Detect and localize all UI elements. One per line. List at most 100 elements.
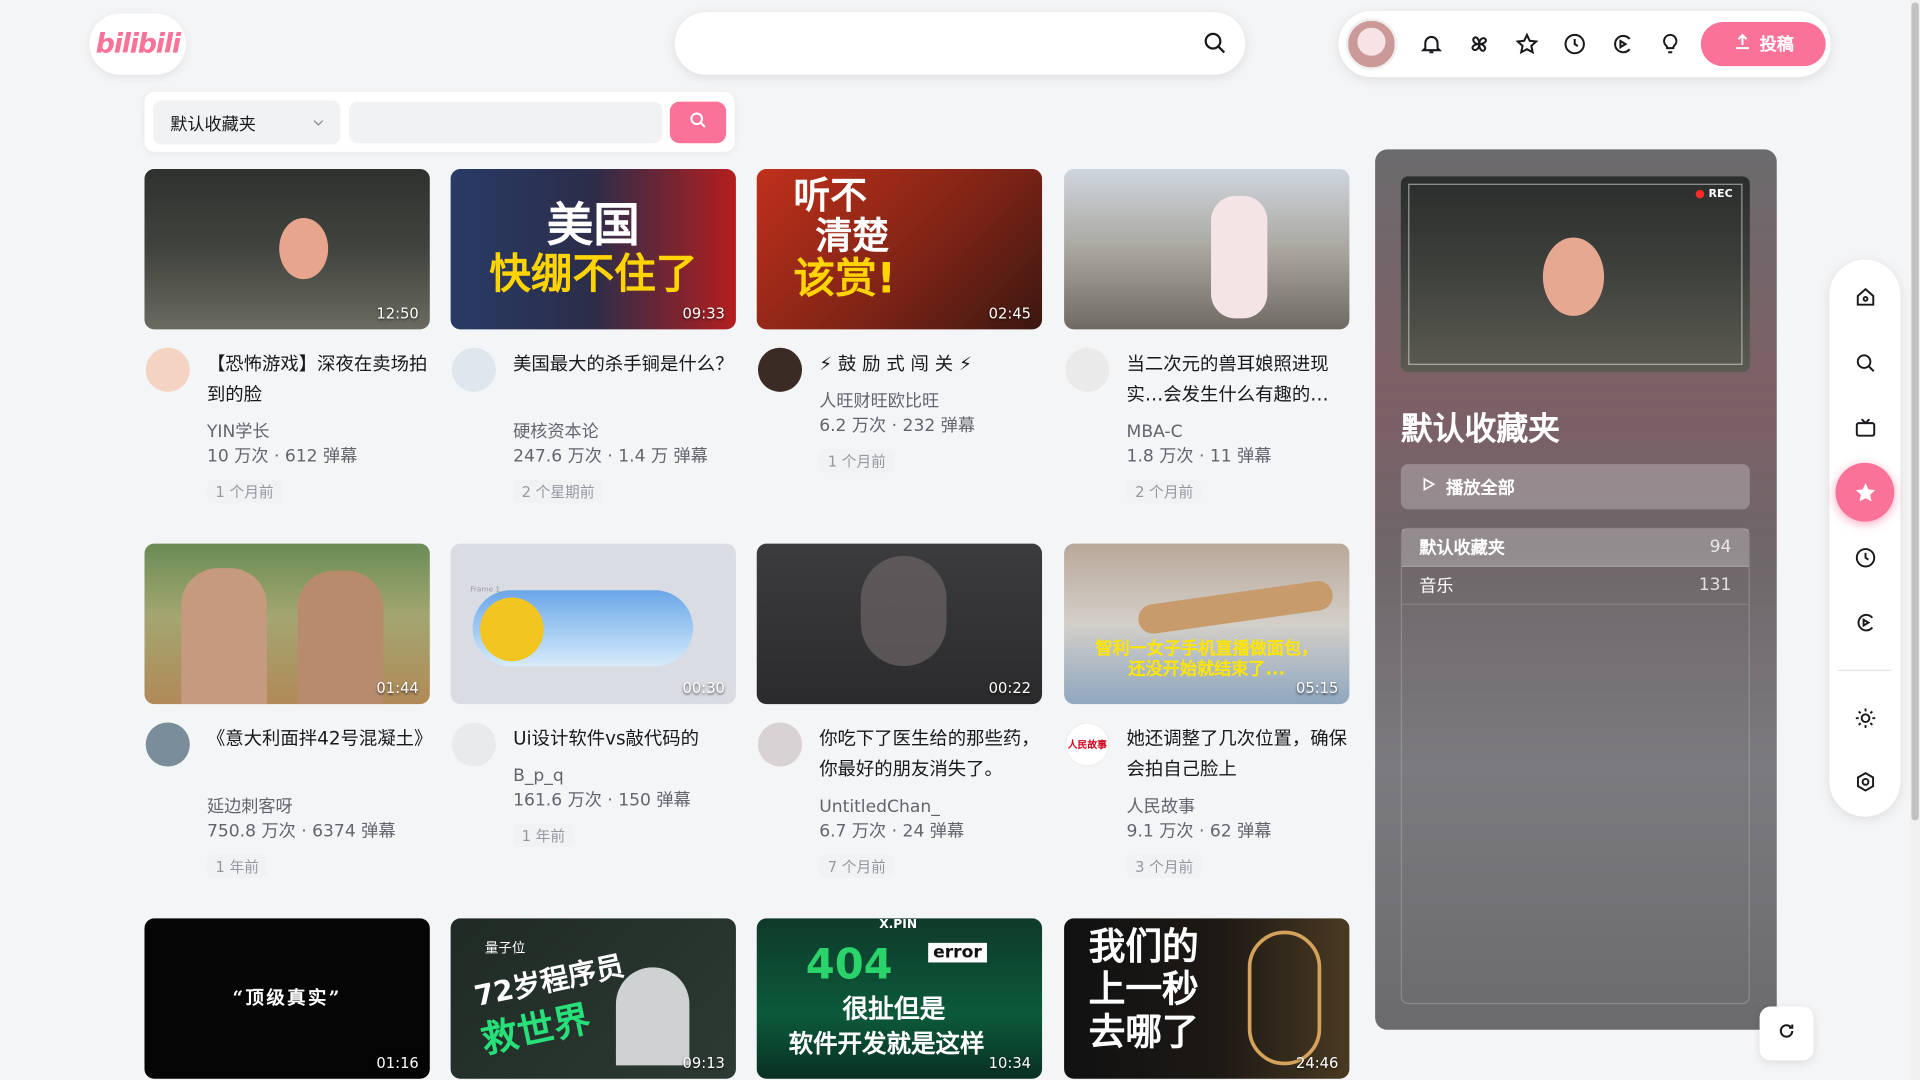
play-all-button[interactable]: 播放全部 <box>1400 464 1750 510</box>
video-title[interactable]: 你吃下了医生给的那些药，你最好的朋友消失了。 <box>819 724 1042 785</box>
video-card[interactable]: 12:50 【恐怖游戏】深夜在卖场拍到的脸 YIN学长 10 万次 · 612 … <box>144 168 430 504</box>
person-figure <box>297 570 384 705</box>
video-card[interactable]: 我们的 上一秒 去哪了 24:46 <box>1064 918 1350 1079</box>
uploader-name[interactable]: B_p_q <box>513 764 564 788</box>
video-card[interactable]: 美国 快绷不住了 09:33 美国最大的杀手锏是什么？ 硬核资本论 247.6 … <box>450 168 736 504</box>
video-card[interactable]: 听不 清楚 该赏! 02:45 ⚡ 鼓 励 式 闯 关 ⚡ 人旺财旺欧比旺 6.… <box>756 168 1043 489</box>
thumb-text: 听不 <box>793 175 867 218</box>
video-title[interactable]: 《意大利面拌42号混凝土》 <box>207 724 430 755</box>
tv-icon[interactable] <box>1838 400 1892 454</box>
sidebar-divider <box>1837 669 1892 672</box>
video-age: 2 个星期前 <box>513 480 604 504</box>
filter-search-button[interactable] <box>669 101 727 144</box>
video-thumbnail[interactable]: 00:22 <box>756 543 1043 705</box>
uploader-name[interactable]: 延边刺客呀 <box>207 795 293 819</box>
uploader-avatar[interactable] <box>757 347 803 392</box>
video-thumbnail[interactable]: 01:44 <box>144 543 430 705</box>
video-title[interactable]: 当二次元的兽耳娘照进现实…会发生什么有趣的… <box>1127 349 1350 410</box>
home-icon[interactable] <box>1838 269 1892 323</box>
video-duration: 09:13 <box>682 1054 725 1072</box>
folder-item[interactable]: 默认收藏夹 94 <box>1402 528 1749 567</box>
video-card[interactable]: 01:44 《意大利面拌42号混凝土》 延边刺客呀 750.8 万次 · 637… <box>144 543 430 878</box>
uploader-name[interactable]: 人旺财旺欧比旺 <box>819 389 939 413</box>
folder-select[interactable]: 默认收藏夹 <box>153 100 341 145</box>
video-duration: 02:45 <box>988 304 1032 323</box>
uploader-avatar[interactable] <box>145 722 190 767</box>
video-thumbnail[interactable]: Frame 1 00:30 <box>450 543 736 705</box>
filter-search-input[interactable] <box>348 101 663 144</box>
sun-icon[interactable] <box>1838 691 1892 745</box>
page-scrollbar[interactable] <box>1910 0 1920 1080</box>
uploader-name[interactable]: UntitledChan_ <box>819 795 940 819</box>
video-title[interactable]: ⚡ 鼓 励 式 闯 关 ⚡ <box>819 349 1042 380</box>
folder-count: 131 <box>1698 575 1732 596</box>
video-thumbnail[interactable]: 美国 快绷不住了 09:33 <box>450 168 736 330</box>
video-thumbnail[interactable]: “顶级真实” 01:16 <box>144 918 430 1079</box>
uploader-avatar[interactable] <box>1065 347 1110 392</box>
uploader-avatar[interactable] <box>757 722 803 767</box>
uploader-name[interactable]: MBA-C <box>1127 420 1183 444</box>
bell-icon[interactable] <box>1407 20 1455 68</box>
video-card[interactable]: X.PIN 404 error 很扯但是 软件开发就是这样 10:34 <box>756 918 1043 1079</box>
video-title[interactable]: Ui设计软件vs敲代码的 <box>513 724 736 755</box>
video-title[interactable]: 她还调整了几次位置，确保会拍自己脸上 <box>1127 724 1350 785</box>
uploader-avatar[interactable] <box>145 347 190 392</box>
thumb-text: 量子位 <box>484 940 526 957</box>
uploader-name[interactable]: 人民故事 <box>1127 795 1196 819</box>
uploader-avatar[interactable] <box>451 347 496 392</box>
bilibili-logo[interactable]: bilibili <box>89 13 187 75</box>
folder-count: 94 <box>1709 537 1732 558</box>
video-card[interactable]: Frame 1 00:30 Ui设计软件vs敲代码的 B_p_q 161.6 万… <box>450 543 736 864</box>
video-thumbnail[interactable]: 智利一女子手机直播做面包， 还没开始就结束了... 05:15 <box>1064 543 1350 705</box>
video-thumbnail[interactable]: 12:50 <box>144 168 430 330</box>
video-stats: 750.8 万次 · 6374 弹幕 <box>206 821 396 842</box>
thumb-text: 美国 <box>546 198 640 253</box>
chevron-down-icon <box>311 115 326 135</box>
star-icon[interactable] <box>1835 462 1895 522</box>
search-icon[interactable] <box>1201 29 1228 61</box>
settings-icon[interactable] <box>1838 754 1892 808</box>
refresh-button[interactable] <box>1759 1006 1814 1061</box>
video-duration: 05:15 <box>1296 679 1339 697</box>
folder-list: 默认收藏夹 94 音乐 131 <box>1400 527 1750 1005</box>
clock-icon[interactable] <box>1838 530 1892 584</box>
clock-icon[interactable] <box>1550 20 1598 68</box>
fan-icon[interactable] <box>1455 20 1503 68</box>
video-card[interactable]: 00:22 你吃下了医生给的那些药，你最好的朋友消失了。 UntitledCha… <box>756 543 1043 878</box>
video-card[interactable]: “顶级真实” 01:16 <box>144 918 430 1079</box>
video-card[interactable]: 当二次元的兽耳娘照进现实…会发生什么有趣的… MBA-C 1.8 万次 · 11… <box>1064 168 1350 504</box>
uploader-name[interactable]: YIN学长 <box>207 420 270 444</box>
uploader-avatar[interactable] <box>451 722 496 767</box>
bulb-icon[interactable] <box>1646 20 1694 68</box>
person-figure <box>181 568 267 705</box>
video-duration: 01:44 <box>376 679 419 697</box>
video-title[interactable]: 【恐怖游戏】深夜在卖场拍到的脸 <box>207 349 430 410</box>
star-icon[interactable] <box>1502 20 1550 68</box>
scrollbar-thumb[interactable] <box>1911 2 1919 821</box>
video-stats: 9.1 万次 · 62 弹幕 <box>1126 821 1272 842</box>
thumb-text: 清楚 <box>815 215 889 259</box>
video-card[interactable]: 智利一女子手机直播做面包， 还没开始就结束了... 05:15 人民故事 她还调… <box>1064 543 1350 878</box>
uploader-name[interactable]: 硬核资本论 <box>513 420 599 444</box>
video-thumbnail[interactable]: 听不 清楚 该赏! 02:45 <box>756 168 1043 330</box>
thumb-text: 上一秒 <box>1088 968 1199 1012</box>
search-icon[interactable] <box>1838 336 1892 390</box>
video-card[interactable]: 量子位 72岁程序员 救世界 09:13 <box>450 918 736 1079</box>
video-age: 1 个月前 <box>819 449 895 473</box>
uploader-avatar[interactable]: 人民故事 <box>1065 722 1110 767</box>
video-thumbnail[interactable]: 量子位 72岁程序员 救世界 09:13 <box>450 918 736 1079</box>
video-thumbnail[interactable]: 我们的 上一秒 去哪了 24:46 <box>1064 918 1350 1079</box>
search-bar[interactable] <box>674 12 1246 75</box>
history-icon[interactable] <box>1838 595 1892 649</box>
sun-circle <box>480 597 544 662</box>
video-thumbnail[interactable]: X.PIN 404 error 很扯但是 软件开发就是这样 10:34 <box>756 918 1043 1079</box>
video-age: 2 个月前 <box>1126 480 1202 504</box>
folder-item[interactable]: 音乐 131 <box>1402 567 1749 605</box>
upload-button[interactable]: 投稿 <box>1700 22 1826 67</box>
history-icon[interactable] <box>1598 20 1646 68</box>
user-avatar[interactable] <box>1345 18 1398 70</box>
play-icon <box>1420 476 1436 497</box>
video-thumbnail[interactable] <box>1064 168 1350 330</box>
video-title[interactable]: 美国最大的杀手锏是什么？ <box>513 349 736 380</box>
anime-face <box>860 555 947 667</box>
